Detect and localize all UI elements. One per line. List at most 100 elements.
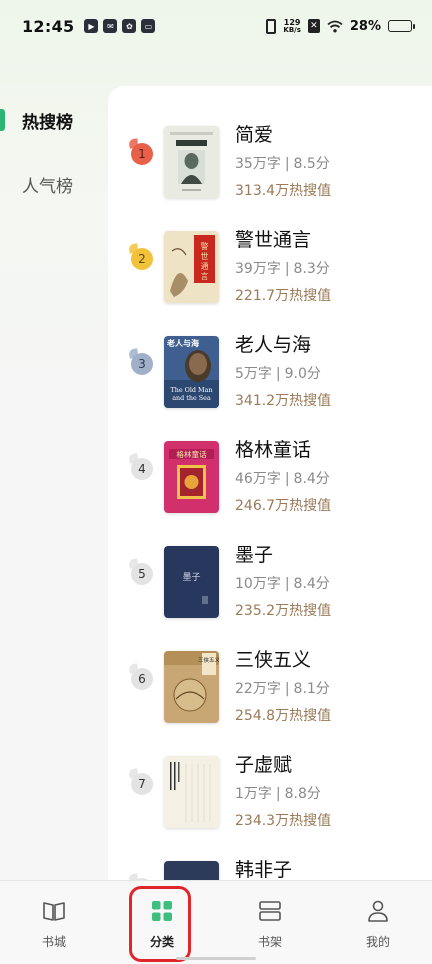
status-app-icons: ▶ ✉ ✿ ▭ bbox=[84, 19, 156, 33]
word-count: 22万字 bbox=[235, 681, 281, 697]
book-title: 韩非子 bbox=[235, 859, 293, 880]
rating: 9.0分 bbox=[284, 366, 321, 382]
sidebar-item-label: 热搜榜 bbox=[22, 112, 73, 133]
book-meta: 22万字 | 8.1分 bbox=[235, 680, 331, 698]
book-title: 警世通言 bbox=[235, 229, 312, 251]
book-info: 警世通言 39万字 | 8.3分 221.7万热搜值 bbox=[235, 227, 331, 305]
hot-search-value: 254.8万热搜值 bbox=[235, 708, 332, 724]
person-icon bbox=[368, 900, 388, 922]
category-grid-icon bbox=[152, 901, 172, 921]
book-meta: 35万字 | 8.5分 bbox=[235, 155, 331, 173]
hot-search-value: 246.7万热搜值 bbox=[235, 498, 332, 514]
book-info: 格林童话 46万字 | 8.4分 246.7万热搜值 bbox=[235, 437, 331, 515]
grimm-cover: 格林童话 bbox=[164, 441, 219, 513]
sidebar-item-hot-search[interactable]: 热搜榜 bbox=[0, 88, 108, 152]
hot-search-value: 313.4万热搜值 bbox=[235, 183, 332, 199]
hot-search-value: 234.3万热搜值 bbox=[235, 813, 332, 829]
book-meta: 39万字 | 8.3分 bbox=[235, 260, 331, 278]
ranking-panel: 1 简爱 35万字 | 8.5分 313.4万热搜值 2 警 世 通 言 警世通… bbox=[108, 86, 432, 880]
word-count: 35万字 bbox=[235, 156, 281, 172]
status-time: 12:45 bbox=[22, 16, 75, 36]
nav-item-bookstore[interactable]: 书城 bbox=[0, 881, 108, 964]
no-sim-icon: ✕ bbox=[307, 19, 320, 33]
book-list-item[interactable]: 8 韩非子 bbox=[108, 853, 432, 880]
book-list-item[interactable]: 1 简爱 35万字 | 8.5分 313.4万热搜值 bbox=[108, 118, 432, 223]
hot-search-value: 235.2万热搜值 bbox=[235, 603, 332, 619]
word-count: 39万字 bbox=[235, 261, 281, 277]
nav-item-category[interactable]: 分类 bbox=[108, 881, 216, 964]
bookshelf-icon bbox=[259, 901, 281, 921]
rating: 8.1分 bbox=[293, 681, 330, 697]
rank-badge: 1 bbox=[131, 143, 153, 165]
sidebar-item-popularity[interactable]: 人气榜 bbox=[0, 152, 108, 216]
rating: 8.8分 bbox=[284, 786, 321, 802]
bottom-nav: 书城 分类 书架 我的 bbox=[0, 880, 432, 964]
book-title: 简爱 bbox=[235, 124, 274, 146]
meta-separator: | bbox=[284, 261, 290, 277]
nav-item-bookshelf[interactable]: 书架 bbox=[216, 881, 324, 964]
cover-title: 墨子 bbox=[182, 572, 200, 583]
rating: 8.4分 bbox=[293, 471, 330, 487]
sidebar-item-label: 人气榜 bbox=[22, 176, 73, 197]
rank-badge: 7 bbox=[131, 773, 153, 795]
rank-badge: 4 bbox=[131, 458, 153, 480]
word-count: 10万字 bbox=[235, 576, 281, 592]
meta-separator: | bbox=[275, 366, 281, 382]
book-list-item[interactable]: 2 警 世 通 言 警世通言 39万字 | 8.3分 221.7万热搜值 bbox=[108, 223, 432, 328]
cover-title: 格林童话 bbox=[176, 449, 207, 459]
book-info: 三侠五义 22万字 | 8.1分 254.8万热搜值 bbox=[235, 647, 331, 725]
battery-percent: 28% bbox=[349, 18, 381, 34]
rank-number: 4 bbox=[138, 462, 146, 476]
rank-number: 6 bbox=[138, 672, 146, 686]
book-title: 老人与海 bbox=[235, 334, 312, 356]
jane-eyre-cover bbox=[164, 126, 219, 198]
jingshi-tongyan-cover: 警 世 通 言 bbox=[164, 231, 219, 303]
old-man-sea-cover: 老人与海 The Old Man and the Sea bbox=[164, 336, 219, 408]
book-info: 老人与海 5万字 | 9.0分 341.2万热搜值 bbox=[235, 332, 331, 410]
rating: 8.3分 bbox=[293, 261, 330, 277]
svg-text:世: 世 bbox=[201, 251, 209, 261]
home-indicator bbox=[176, 957, 256, 960]
book-title: 格林童话 bbox=[235, 439, 312, 461]
meta-separator: | bbox=[284, 471, 290, 487]
meta-separator: | bbox=[284, 681, 290, 697]
meta-separator: | bbox=[275, 786, 281, 802]
rank-number: 2 bbox=[138, 252, 146, 266]
book-title: 墨子 bbox=[235, 544, 274, 566]
svg-text:通: 通 bbox=[201, 261, 209, 271]
book-list-item[interactable]: 4 格林童话 格林童话 46万字 | 8.4分 246.7万热搜值 bbox=[108, 433, 432, 538]
book-meta: 46万字 | 8.4分 bbox=[235, 470, 331, 488]
book-info: 子虚赋 1万字 | 8.8分 234.3万热搜值 bbox=[235, 752, 331, 830]
rank-badge: 3 bbox=[131, 353, 153, 375]
book-title: 子虚赋 bbox=[235, 754, 293, 776]
rank-number: 5 bbox=[138, 567, 146, 581]
active-indicator bbox=[0, 109, 5, 131]
book-list-item[interactable]: 7 子虚赋 1万字 | 8.8分 234.3万热搜值 bbox=[108, 748, 432, 853]
meta-separator: | bbox=[284, 576, 290, 592]
nav-label: 书架 bbox=[257, 935, 282, 949]
play-app-icon: ▶ bbox=[84, 19, 99, 33]
nav-item-profile[interactable]: 我的 bbox=[324, 881, 432, 964]
book-meta: 5万字 | 9.0分 bbox=[235, 365, 331, 383]
rank-badge: 5 bbox=[131, 563, 153, 585]
nav-label: 我的 bbox=[365, 935, 390, 949]
cover-title: 三侠五义 bbox=[198, 656, 219, 664]
book-list: 1 简爱 35万字 | 8.5分 313.4万热搜值 2 警 世 通 言 警世通… bbox=[108, 86, 432, 880]
misc-app-icon: ▭ bbox=[141, 19, 156, 33]
book-list-item[interactable]: 5 墨子 墨子 10万字 | 8.4分 235.2万热搜值 bbox=[108, 538, 432, 643]
book-info: 简爱 35万字 | 8.5分 313.4万热搜值 bbox=[235, 122, 331, 200]
meta-separator: | bbox=[284, 156, 290, 172]
cover-title-cn: 老人与海 bbox=[166, 338, 199, 348]
book-list-item[interactable]: 6 三侠五义 三侠五义 22万字 | 8.1分 254.8万热搜值 bbox=[108, 643, 432, 748]
nav-label: 书城 bbox=[41, 935, 66, 949]
book-info: 墨子 10万字 | 8.4分 235.2万热搜值 bbox=[235, 542, 331, 620]
rank-badge: 6 bbox=[131, 668, 153, 690]
book-list-item[interactable]: 3 老人与海 The Old Man and the Sea 老人与海 5万字 |… bbox=[108, 328, 432, 433]
rating: 8.5分 bbox=[293, 156, 330, 172]
book-open-icon bbox=[43, 902, 65, 921]
hot-search-value: 221.7万热搜值 bbox=[235, 288, 332, 304]
mozi-cover: 墨子 bbox=[164, 546, 219, 618]
nav-label: 分类 bbox=[149, 935, 174, 949]
cover-title-en-2: and the Sea bbox=[172, 394, 211, 402]
book-info: 韩非子 bbox=[235, 857, 292, 880]
